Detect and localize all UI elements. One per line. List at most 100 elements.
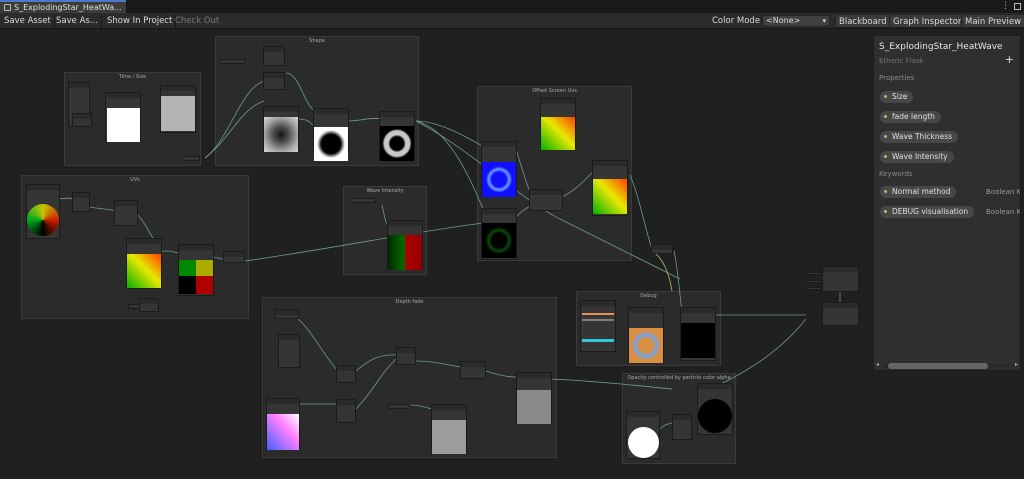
node-preview	[127, 254, 161, 288]
node-header	[593, 161, 627, 166]
property-fade-length[interactable]: fade length	[880, 111, 941, 123]
graph-canvas[interactable]: Time / Size Shape UVs Wave Intensity Off…	[0, 29, 1024, 479]
node-header	[337, 366, 355, 371]
node-preview	[27, 204, 59, 236]
property-node[interactable]	[806, 272, 822, 275]
node-header	[264, 47, 284, 52]
graph-node[interactable]	[336, 399, 356, 423]
keyword-label: DEBUG visualisation	[892, 207, 969, 216]
node-preview	[179, 260, 213, 276]
graph-node[interactable]	[460, 361, 486, 379]
graph-node[interactable]	[651, 244, 673, 254]
property-node[interactable]	[388, 404, 410, 409]
property-wave-thickness[interactable]: Wave Thickness	[880, 131, 959, 143]
node-header	[73, 193, 89, 198]
shader-icon	[4, 4, 11, 11]
properties-header: Properties	[879, 74, 915, 82]
graph-node[interactable]	[223, 251, 245, 263]
window-tab-bar: S_ExplodingStar_HeatWa... ⋮	[0, 0, 1024, 13]
node-header	[115, 201, 137, 206]
node-header	[380, 112, 414, 117]
graph-node[interactable]	[263, 46, 285, 66]
node-header	[823, 267, 858, 272]
keyword-normal-method[interactable]: Normal method	[880, 186, 957, 198]
node-preview	[482, 162, 516, 197]
graph-node[interactable]	[275, 309, 299, 319]
wire	[297, 318, 337, 370]
keywords-header: Keywords	[879, 170, 913, 178]
property-label: Wave Thickness	[892, 132, 953, 141]
property-label: Size	[892, 92, 908, 101]
node-preview	[107, 108, 140, 142]
node-header	[69, 83, 89, 88]
node-header	[279, 335, 299, 340]
property-size[interactable]: Size	[880, 91, 914, 103]
wire	[347, 118, 383, 122]
keyword-debug-visualisation[interactable]: DEBUG visualisation	[880, 206, 975, 218]
wire	[159, 250, 179, 254]
window-tab[interactable]: S_ExplodingStar_HeatWa...	[0, 0, 126, 13]
node-header	[161, 86, 195, 91]
graph-node[interactable]	[580, 300, 616, 352]
node-preview	[541, 117, 575, 150]
color-mode-select[interactable]: <None> ▾	[762, 15, 830, 27]
property-node[interactable]	[182, 156, 200, 161]
node-preview	[582, 319, 614, 321]
save-as-button[interactable]: Save As...	[53, 14, 102, 28]
wire	[415, 120, 485, 212]
blackboard-panel[interactable]: S_ExplodingStar_HeatWave Etheric Flask +…	[873, 35, 1021, 371]
property-node[interactable]	[350, 198, 376, 203]
wire	[89, 206, 117, 212]
node-header	[397, 348, 415, 353]
graph-node[interactable]	[672, 414, 692, 440]
kebab-menu-icon[interactable]: ⋮	[1001, 1, 1010, 11]
graph-node[interactable]	[396, 347, 416, 365]
graph-node[interactable]	[114, 200, 138, 226]
node-header	[461, 362, 485, 367]
graph-node[interactable]	[263, 72, 285, 90]
node-preview	[264, 117, 298, 152]
graph-node[interactable]	[278, 334, 300, 368]
horizontal-scrollbar[interactable]: ◂ ▸	[876, 361, 1018, 370]
save-asset-button[interactable]: Save Asset	[1, 14, 55, 28]
node-header	[388, 221, 422, 226]
property-node[interactable]	[128, 304, 140, 309]
property-node[interactable]	[220, 59, 246, 64]
vertex-stack-node[interactable]	[822, 266, 859, 292]
node-preview	[582, 313, 614, 315]
wire	[355, 354, 397, 372]
node-preview	[593, 179, 627, 214]
property-node[interactable]	[806, 287, 822, 290]
graph-inspector-toggle[interactable]: Graph Inspector	[889, 14, 966, 28]
graph-node[interactable]	[139, 298, 159, 312]
keyword-type-icon	[884, 190, 887, 193]
add-property-icon[interactable]: +	[1005, 53, 1014, 66]
property-type-icon	[884, 135, 887, 138]
node-header	[337, 400, 355, 405]
graph-node[interactable]	[72, 192, 90, 212]
chevron-down-icon: ▾	[822, 17, 826, 25]
wire	[629, 174, 653, 250]
wire	[651, 250, 673, 292]
check-out-button[interactable]: Check Out	[172, 14, 222, 28]
fragment-stack-node[interactable]	[822, 302, 859, 326]
property-type-icon	[884, 115, 887, 118]
property-node[interactable]	[806, 280, 822, 283]
graph-node[interactable]	[529, 189, 563, 211]
wire	[485, 370, 517, 378]
graph-node[interactable]	[72, 113, 92, 127]
wire	[415, 360, 461, 368]
graph-node[interactable]	[336, 365, 356, 383]
blackboard-toggle[interactable]: Blackboard	[835, 14, 891, 28]
maximize-icon[interactable]	[1014, 3, 1021, 10]
scroll-thumb[interactable]	[888, 363, 988, 369]
node-header	[264, 73, 284, 78]
node-header	[581, 301, 615, 306]
main-preview-toggle[interactable]: Main Preview	[961, 14, 1024, 28]
scroll-left-icon[interactable]: ◂	[876, 361, 879, 368]
wire	[409, 404, 433, 410]
scroll-right-icon[interactable]: ▸	[1015, 361, 1018, 368]
node-preview	[698, 399, 732, 433]
show-in-project-button[interactable]: Show In Project	[104, 14, 177, 28]
property-wave-intensity[interactable]: Wave Intensity	[880, 151, 954, 163]
